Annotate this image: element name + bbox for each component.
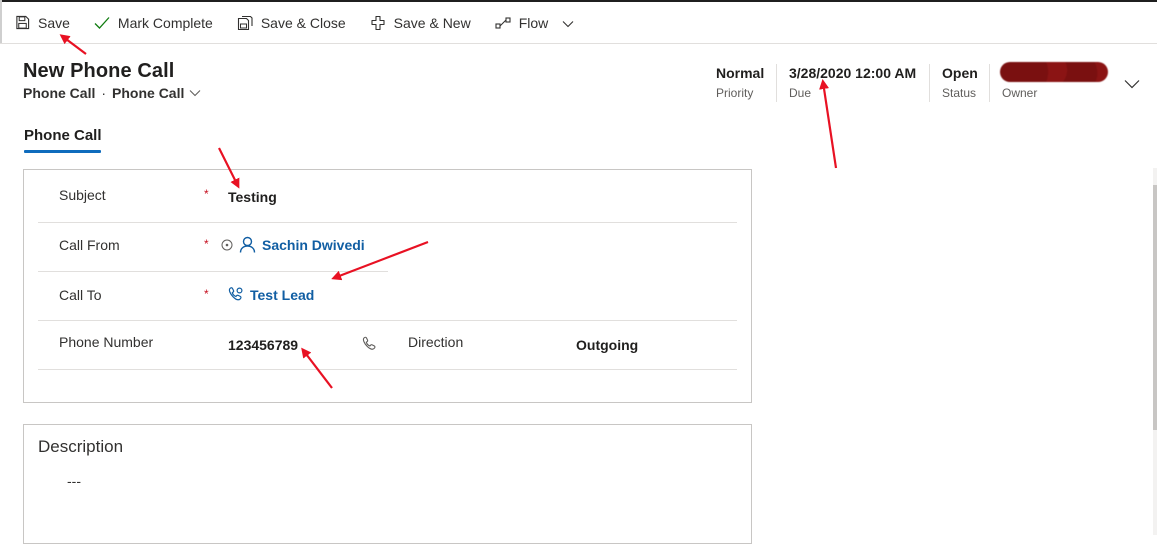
required-indicator: * xyxy=(204,187,209,201)
save-new-label: Save & New xyxy=(393,14,471,31)
save-button[interactable]: Save xyxy=(14,2,70,44)
form-name: Phone Call xyxy=(112,85,185,101)
priority-value: Normal xyxy=(716,65,765,81)
call-to-label: Call To xyxy=(59,287,102,303)
header-divider xyxy=(929,64,930,102)
flow-button[interactable]: Flow xyxy=(495,2,575,44)
required-indicator: * xyxy=(204,287,209,301)
lead-icon xyxy=(227,286,244,303)
save-close-button[interactable]: Save & Close xyxy=(237,2,346,44)
header-priority: Normal Priority xyxy=(716,65,764,103)
form-selector[interactable]: Phone Call · Phone Call xyxy=(23,85,201,101)
form-row-phone-direction: Phone Number 123456789 Direction Outgoin… xyxy=(38,321,737,370)
call-from-label: Call From xyxy=(59,237,120,253)
phone-number-label: Phone Number xyxy=(59,334,154,350)
chevron-down-icon[interactable] xyxy=(562,15,574,31)
form-row-call-from: Call From * Sachin Dwivedi xyxy=(38,223,388,272)
flow-icon xyxy=(495,15,511,31)
page-title: New Phone Call xyxy=(23,60,175,82)
save-label: Save xyxy=(38,14,70,31)
separator-dot: · xyxy=(101,85,107,101)
user-icon xyxy=(239,236,256,253)
status-value: Open xyxy=(942,65,978,81)
header-due: 3/28/2020 12:00 AM Due xyxy=(789,65,916,103)
entity-name: Phone Call xyxy=(23,85,96,101)
header-owner: x Owner xyxy=(1002,65,1037,103)
priority-label: Priority xyxy=(716,86,754,100)
subject-label: Subject xyxy=(59,187,106,203)
clock-icon xyxy=(221,239,233,251)
direction-field[interactable]: Outgoing xyxy=(576,337,638,353)
mark-complete-button[interactable]: Mark Complete xyxy=(94,2,213,44)
checkmark-icon xyxy=(94,15,110,31)
description-field[interactable]: --- xyxy=(67,473,81,489)
call-to-lookup[interactable]: Test Lead xyxy=(227,286,314,303)
phone-number-field[interactable]: 123456789 xyxy=(228,337,298,353)
due-label: Due xyxy=(789,86,812,100)
chevron-down-icon xyxy=(189,89,201,97)
save-new-icon xyxy=(370,15,386,31)
mark-complete-label: Mark Complete xyxy=(117,14,213,31)
form-row-call-to: Call To * Test Lead xyxy=(38,272,737,321)
header-divider xyxy=(776,64,777,102)
save-close-icon xyxy=(237,15,253,31)
phone-icon[interactable] xyxy=(361,336,377,352)
call-to-value: Test Lead xyxy=(250,286,315,303)
due-value: 3/28/2020 12:00 AM xyxy=(789,65,917,81)
phone-call-section: Subject * Testing Call From * Sachin Dwi… xyxy=(23,169,752,403)
save-new-button[interactable]: Save & New xyxy=(370,2,471,44)
form-row-subject: Subject * Testing xyxy=(38,170,737,223)
subject-field[interactable]: Testing xyxy=(228,189,277,205)
description-section: Description --- xyxy=(23,424,752,544)
header-status: Open Status xyxy=(942,65,978,103)
tab-active-indicator xyxy=(24,150,101,153)
chevron-down-icon[interactable] xyxy=(1124,76,1140,94)
save-icon xyxy=(14,15,30,31)
owner-label: Owner xyxy=(1002,86,1038,100)
status-label: Status xyxy=(942,86,977,100)
flow-label: Flow xyxy=(518,14,549,31)
header-divider xyxy=(989,64,990,102)
required-indicator: * xyxy=(204,237,209,251)
command-bar: Save Mark Complete Save & Close Save & N… xyxy=(0,2,1157,44)
save-close-label: Save & Close xyxy=(260,14,346,31)
call-from-value: Sachin Dwivedi xyxy=(262,236,365,253)
description-label: Description xyxy=(38,437,124,456)
scrollbar-thumb[interactable] xyxy=(1153,185,1157,430)
call-from-lookup[interactable]: Sachin Dwivedi xyxy=(239,236,365,253)
direction-label: Direction xyxy=(408,334,464,350)
tab-phone-call[interactable]: Phone Call xyxy=(24,127,102,144)
